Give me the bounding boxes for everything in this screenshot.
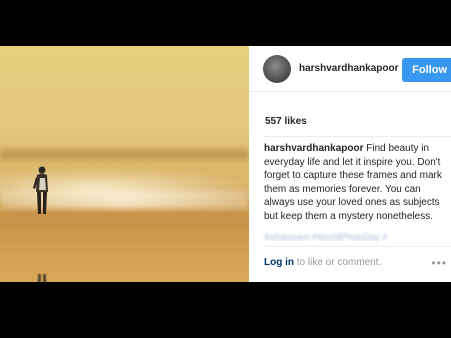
likes-count[interactable]: 557 likes [265,116,307,127]
post-photo[interactable] [0,46,249,282]
photo-horizon [0,146,249,162]
person-silhouette [33,166,48,214]
caption-username[interactable]: harshvardhankapoor [264,143,363,154]
login-prompt: Log in to like or comment. [264,257,381,268]
follow-button[interactable]: Follow [402,58,451,82]
post-details-panel: harshvardhankapoor Follow 557 likes hars… [249,46,451,282]
footer-divider [263,246,451,247]
login-link[interactable]: Log in [264,257,294,268]
instagram-post: harshvardhankapoor Follow 557 likes hars… [0,46,451,282]
header-username[interactable]: harshvardhankapoor [299,63,398,74]
person-reflection [37,274,47,282]
post-header: harshvardhankapoor Follow [249,46,451,92]
caption-text: Find beauty in everyday life and let it … [264,143,442,222]
post-caption: harshvardhankapoor Find beauty in everyd… [264,142,451,223]
login-prompt-text: to like or comment. [294,257,382,268]
caption-hashtags[interactable]: #whatsnext #WorldPhotoDay # [264,232,444,242]
likes-divider [263,136,451,137]
more-options-icon[interactable]: ••• [431,256,447,270]
avatar[interactable] [263,54,291,83]
